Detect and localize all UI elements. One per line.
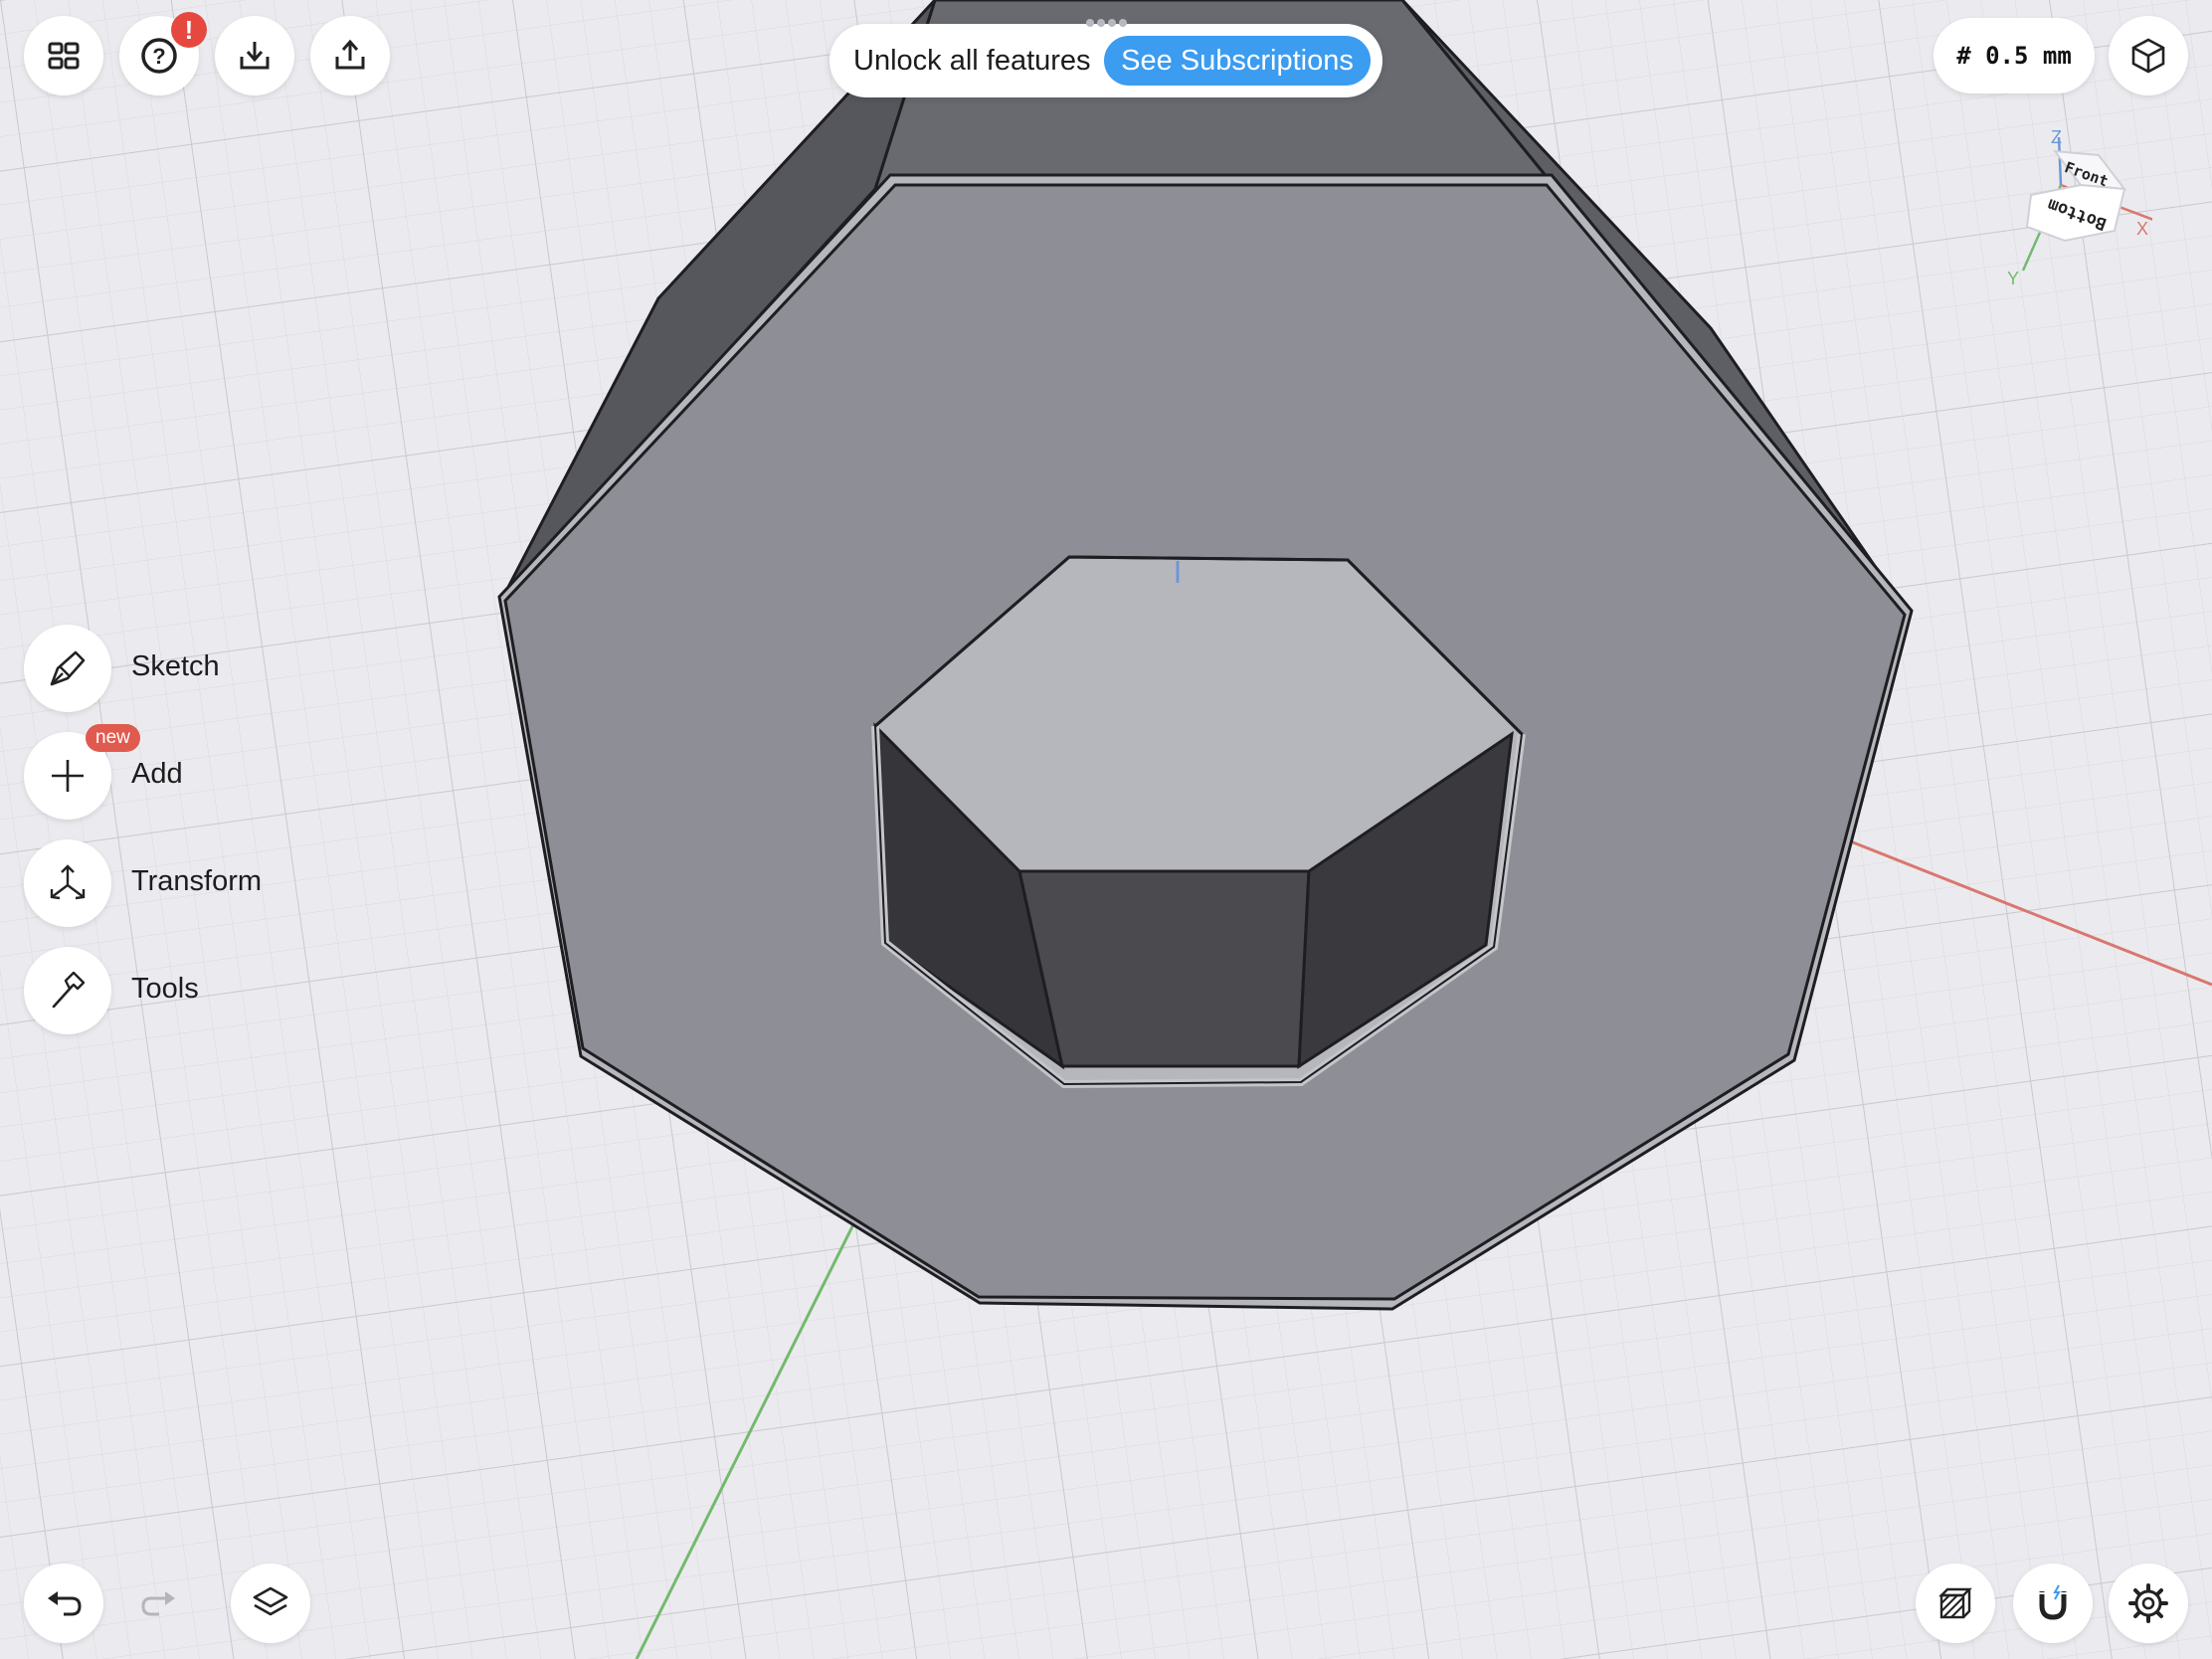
sketch-label: Sketch [131, 650, 220, 682]
hammer-icon [52, 971, 86, 1009]
transform-label: Transform [131, 865, 263, 897]
snap-button[interactable] [2013, 1564, 2093, 1643]
tools-label: Tools [131, 973, 199, 1005]
grid-size-button[interactable]: # 0.5 mm [1934, 18, 2095, 93]
tools-button[interactable] [24, 947, 111, 1034]
render-style-button[interactable] [1916, 1564, 1995, 1643]
transform-arrows-icon [50, 864, 86, 900]
view-cube-y-label: Y [2007, 269, 2019, 288]
add-label: Add [131, 758, 183, 790]
import-button[interactable] [215, 16, 294, 95]
view-cube-x-label: X [2136, 219, 2148, 239]
grid-2x2-icon [48, 42, 80, 70]
menu-item-transform[interactable]: Transform [24, 839, 322, 927]
unlock-banner: Unlock all features See Subscriptions [830, 24, 1382, 97]
layers-button[interactable] [231, 1564, 310, 1643]
menu-item-add[interactable]: new Add [24, 724, 322, 820]
shaded-cube-icon [1938, 1587, 1972, 1619]
undo-arrow-icon [48, 1591, 82, 1616]
settings-button[interactable] [2109, 1564, 2188, 1643]
view-cube-z-label: Z [2051, 127, 2062, 147]
drag-handle-icon[interactable] [1084, 18, 1128, 28]
sketch-button[interactable] [24, 625, 111, 712]
gallery-button[interactable] [24, 16, 103, 95]
magnet-icon [2038, 1584, 2068, 1620]
svg-text:?: ? [152, 44, 165, 69]
plus-icon [52, 760, 84, 792]
menu-item-tools[interactable]: Tools [24, 947, 322, 1034]
view-cube[interactable]: Front Bottom Z X Y [2003, 123, 2152, 292]
transform-button[interactable] [24, 839, 111, 927]
view-mode-button[interactable] [2109, 16, 2188, 95]
help-alert-badge: ! [171, 12, 207, 48]
layers-icon [253, 1586, 288, 1616]
unlock-text: Unlock all features [853, 44, 1091, 77]
tray-upload-icon [335, 39, 365, 70]
menu-item-sketch[interactable]: Sketch [24, 625, 322, 712]
redo-arrow-icon [141, 1591, 175, 1616]
redo-button[interactable] [119, 1564, 199, 1643]
tray-download-icon [240, 42, 270, 70]
pen-nib-icon [50, 650, 86, 686]
3d-viewport[interactable] [0, 0, 2212, 1659]
gear-icon [2128, 1583, 2168, 1623]
new-badge: new [86, 724, 140, 752]
cube-projection-icon [2131, 38, 2165, 74]
undo-button[interactable] [24, 1564, 103, 1643]
question-circle-icon: ? [141, 38, 177, 74]
see-subscriptions-button[interactable]: See Subscriptions [1104, 36, 1371, 86]
export-button[interactable] [310, 16, 390, 95]
